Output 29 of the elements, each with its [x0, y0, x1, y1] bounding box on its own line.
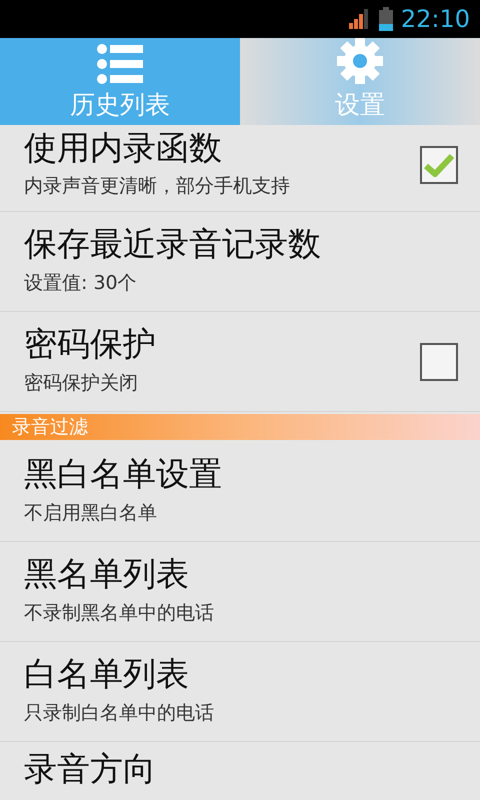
settings-item[interactable]: 录音方向 [0, 742, 480, 787]
battery-icon [378, 7, 393, 31]
clock-time: 22:10 [400, 5, 470, 33]
settings-item[interactable]: 黑白名单设置 不启用黑白名单 [0, 442, 480, 542]
setting-title: 白名单列表 [24, 657, 190, 692]
setting-title: 使用内录函数 [24, 130, 223, 166]
setting-title: 黑白名单设置 [24, 457, 223, 492]
setting-title: 密码保护 [24, 327, 157, 362]
setting-summary: 内录声音更清晰，部分手机支持 [24, 174, 291, 200]
settings-item[interactable]: 保存最近录音记录数 设置值: 30个 [0, 212, 480, 312]
list-icon [97, 44, 143, 84]
settings-icon [337, 38, 383, 84]
setting-summary: 不录制黑名单中的电话 [24, 600, 215, 626]
setting-summary: 不启用黑白名单 [24, 500, 158, 526]
settings-item[interactable]: 黑名单列表 不录制黑名单中的电话 [0, 542, 480, 642]
setting-title: 录音方向 [24, 752, 157, 787]
checkbox[interactable] [420, 342, 458, 380]
setting-title: 黑名单列表 [24, 557, 190, 592]
settings-item[interactable]: 白名单列表 只录制白名单中的电话 [0, 642, 480, 742]
checkbox[interactable] [420, 146, 458, 184]
check-icon [424, 153, 454, 177]
setting-summary: 密码保护关闭 [24, 370, 139, 396]
settings-item[interactable]: 密码保护 密码保护关闭 [0, 312, 480, 412]
setting-summary: 只录制白名单中的电话 [24, 700, 215, 726]
section-header: 录音过滤 [0, 414, 480, 440]
signal-icon [348, 9, 371, 29]
settings-item[interactable]: 使用内录函数 内录声音更清晰，部分手机支持 [0, 125, 480, 212]
setting-title: 保存最近录音记录数 [24, 227, 322, 262]
setting-summary: 设置值: 30个 [24, 270, 138, 296]
